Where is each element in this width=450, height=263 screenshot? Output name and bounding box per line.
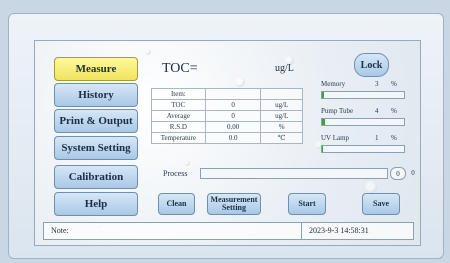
table-row: R.S.D 0.00 % <box>151 121 303 133</box>
pump-tube-bar <box>321 118 405 126</box>
table-header-cell <box>204 88 262 100</box>
uv-lamp-label: UV Lamp <box>321 134 350 142</box>
table-header-row: Item: <box>151 88 303 100</box>
pump-tube-value: 4 <box>375 107 379 115</box>
measurement-table: Item: TOC 0 ug/L Average 0 ug/L R.S.D 0.… <box>151 88 303 144</box>
memory-value: 3 <box>375 80 379 88</box>
droplet-decoration <box>185 161 190 166</box>
table-cell-name: R.S.D <box>151 121 206 133</box>
sidebar-item-label: Calibration <box>68 171 124 183</box>
table-cell-value: 0 <box>204 110 262 122</box>
pump-tube-label: Pump Tube <box>321 107 354 115</box>
pump-tube-bar-fill <box>322 119 326 125</box>
datetime-display: 2023-9-3 14:58:31 <box>309 226 369 235</box>
table-cell-name: Average <box>151 110 206 122</box>
toc-reading: TOC= <box>162 61 198 77</box>
process-bar <box>200 168 388 179</box>
sidebar-item-help[interactable]: Help <box>54 192 138 216</box>
memory-unit: % <box>391 80 397 88</box>
status-bar: Note: 2023-9-3 14:58:31 <box>43 222 414 240</box>
sidebar-item-history[interactable]: History <box>54 83 138 107</box>
table-cell-value: 0.0 <box>204 132 262 144</box>
memory-label: Memory <box>321 80 346 88</box>
device-screen: Measure History Print & Output System Se… <box>34 40 421 246</box>
sidebar-item-calibration[interactable]: Calibration <box>54 165 138 189</box>
sidebar-item-measure[interactable]: Measure <box>54 57 138 81</box>
start-button[interactable]: Start <box>288 193 326 215</box>
save-button[interactable]: Save <box>362 193 400 215</box>
table-row: Temperature 0.0 ℃ <box>151 132 303 144</box>
sidebar-item-print-output[interactable]: Print & Output <box>54 109 138 133</box>
table-row: Average 0 ug/L <box>151 110 303 122</box>
memory-bar <box>321 91 405 99</box>
lock-button[interactable]: Lock <box>354 53 389 77</box>
table-cell-name: TOC <box>151 99 206 111</box>
pump-tube-unit: % <box>391 107 397 115</box>
table-row: TOC 0 ug/L <box>151 99 303 111</box>
table-header-cell <box>260 88 303 100</box>
droplet-decoration <box>365 181 377 193</box>
uv-lamp-value: 1 <box>375 134 379 142</box>
status-divider <box>301 223 302 239</box>
measurement-setting-label-line2: Setting <box>221 203 246 212</box>
sidebar-item-label: History <box>78 89 114 101</box>
uv-lamp-unit: % <box>391 134 397 142</box>
sidebar-item-label: System Setting <box>61 142 131 154</box>
toc-unit: ug/L <box>275 63 294 74</box>
process-count: 0 <box>390 167 406 180</box>
table-cell-value: 0 <box>204 99 262 111</box>
toc-label: TOC= <box>162 61 198 76</box>
table-cell-value: 0.00 <box>204 121 262 133</box>
sidebar-item-label: Measure <box>75 63 117 75</box>
clean-button[interactable]: Clean <box>158 193 195 215</box>
droplet-decoration <box>235 77 245 87</box>
uv-lamp-bar <box>321 145 405 153</box>
table-cell-unit: % <box>260 121 303 133</box>
table-header-cell: Item: <box>151 88 206 100</box>
table-cell-name: Temperature <box>151 132 206 144</box>
sidebar-item-label: Help <box>84 198 108 210</box>
process-total: 0 <box>411 168 415 177</box>
table-cell-unit: ug/L <box>260 110 303 122</box>
sidebar-item-label: Print & Output <box>59 115 133 127</box>
droplet-decoration <box>145 49 151 55</box>
measurement-setting-button[interactable]: Measurement Setting <box>207 193 261 215</box>
note-label: Note: <box>51 226 69 235</box>
uv-lamp-bar-fill <box>322 146 323 152</box>
table-cell-unit: ug/L <box>260 99 303 111</box>
memory-bar-fill <box>322 92 325 98</box>
process-label: Process <box>163 169 188 178</box>
table-cell-unit: ℃ <box>260 132 303 144</box>
sidebar-item-system-setting[interactable]: System Setting <box>54 136 138 160</box>
